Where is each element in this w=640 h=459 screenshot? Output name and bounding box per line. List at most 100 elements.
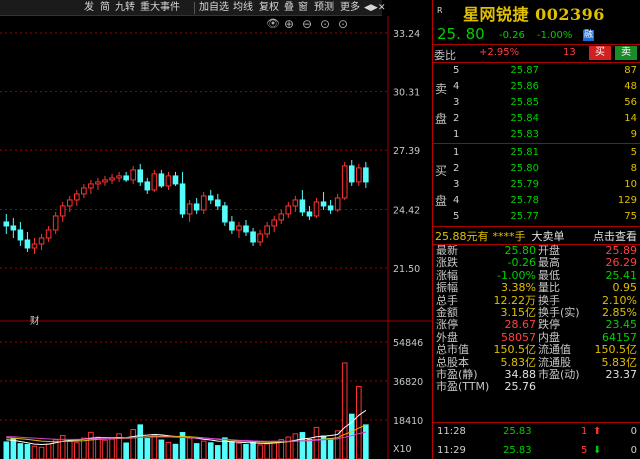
- ask-level: 4: [453, 81, 460, 92]
- up-arrow-icon: ⬆: [593, 426, 602, 437]
- volume-bar: [172, 443, 179, 459]
- volume-bar: [292, 433, 299, 459]
- stat-label: 最高: [538, 256, 560, 270]
- volume-bar: [88, 431, 94, 459]
- candle-body: [165, 175, 172, 187]
- volume-bar: [193, 443, 200, 459]
- ask-price: 25.85: [510, 97, 539, 108]
- stat-value: 23.37: [605, 368, 638, 381]
- toolbar-forecast-button[interactable]: 预测: [314, 1, 334, 15]
- stat-value: 26.29: [605, 256, 638, 270]
- stat-label: 量比: [538, 281, 560, 295]
- ask-row[interactable]: 3 25.85 56: [433, 95, 640, 110]
- toolbar-close-icon[interactable]: ✕: [378, 1, 386, 15]
- ask-price: 25.83: [510, 129, 539, 140]
- big-order-alert[interactable]: 25.88元有 ****手 大卖单 点击查看: [435, 229, 639, 244]
- toolbar-ma-button[interactable]: 均线: [233, 1, 253, 15]
- volume-axis-label: 18410: [393, 416, 423, 427]
- buy-button[interactable]: 买: [589, 46, 611, 60]
- candle-body: [193, 203, 200, 211]
- ask-row[interactable]: 2 25.84 14: [433, 111, 640, 126]
- stock-title: 星网锐捷 002396: [463, 5, 605, 24]
- tick-price: 25.83: [503, 426, 532, 437]
- bid-row[interactable]: 1 25.81 5: [433, 145, 640, 160]
- volume-bar: [215, 445, 221, 459]
- weibi-diff: 13: [563, 47, 576, 58]
- volume-bar: [130, 429, 136, 459]
- ask-row[interactable]: 1 25.83 9: [433, 127, 640, 142]
- candle-body: [38, 237, 45, 245]
- volume-bar: [31, 445, 38, 459]
- volume-bar: [66, 441, 73, 459]
- toolbar-overlay-button[interactable]: 叠: [284, 1, 294, 15]
- down-arrow-icon: ⬇: [593, 445, 602, 456]
- stat-left-row: 市盈(TTM) 25.76: [436, 380, 536, 393]
- tick-count: 0: [630, 445, 637, 456]
- volume-bar: [229, 441, 235, 459]
- volume-bar: [264, 443, 270, 459]
- candle-body: [137, 169, 144, 183]
- price-axis-label: 21.50: [393, 264, 420, 275]
- bid-level: 5: [453, 211, 460, 222]
- toolbar-window-button[interactable]: 窗: [298, 1, 308, 15]
- volume-bar: [10, 438, 17, 459]
- sell-button[interactable]: 卖: [615, 46, 637, 60]
- toolbar-expand-button[interactable]: ◀▶: [364, 1, 378, 15]
- candle-body: [74, 193, 80, 201]
- tape-hands: ****手: [492, 230, 526, 243]
- candle-body: [222, 205, 228, 223]
- volume-bar: [200, 440, 207, 459]
- bid-row[interactable]: 2 25.80 8: [433, 161, 640, 176]
- candle-body: [158, 173, 165, 187]
- ask-price: 25.87: [510, 65, 539, 76]
- bid-row[interactable]: 5 25.77 75: [433, 209, 640, 224]
- tick-row: 11:28 25.83 1 0 ⬆: [433, 424, 640, 440]
- finance-marker: 财: [30, 315, 40, 327]
- axis-labels: 33.24 30.31 27.39 24.42 21.50 54846 36820 18410…: [30, 29, 423, 455]
- candle-body: [102, 179, 108, 183]
- bid-row[interactable]: 3 25.79 10: [433, 177, 640, 192]
- stat-right-row: 量比 0.95: [538, 281, 637, 295]
- candle-body: [52, 215, 59, 231]
- stat-label: 市盈(动): [538, 368, 580, 381]
- volume-series: [3, 362, 369, 459]
- volume-bar: [327, 438, 334, 459]
- toolbar-separator: [194, 2, 195, 14]
- toolbar-jiuzhuan-button[interactable]: 九转: [115, 1, 135, 15]
- price-axis-label: 24.42: [393, 206, 420, 217]
- volume-bar: [299, 432, 306, 459]
- ask-volume: 56: [624, 97, 637, 108]
- candle-body: [341, 165, 348, 199]
- volume-bar: [102, 439, 108, 459]
- toolbar-add-watchlist-button[interactable]: 加自选: [199, 1, 229, 15]
- toolbar-major-events-button[interactable]: 重大事件: [140, 1, 180, 15]
- tick-row: 11:29 25.83 5 0 ⬇: [433, 443, 640, 459]
- toolbar-fa-button[interactable]: 发: [84, 1, 94, 15]
- volume-bar: [341, 362, 348, 459]
- bid-row[interactable]: 4 25.78 129: [433, 193, 640, 208]
- stat-label: 跌停: [538, 318, 560, 332]
- toolbar-adjust-button[interactable]: 复权: [259, 1, 279, 15]
- stat-left-row: 涨停 28.67: [436, 318, 536, 331]
- ask-volume: 48: [624, 81, 637, 92]
- bid-volume: 10: [624, 179, 637, 190]
- bid-level: 3: [453, 179, 460, 190]
- candle-body: [313, 201, 320, 217]
- stat-right-row: 流通值 150.5亿: [538, 343, 637, 356]
- ask-row[interactable]: 5 25.87 87: [433, 63, 640, 78]
- toolbar-more-button[interactable]: 更多: [340, 1, 360, 15]
- view-link[interactable]: 点击查看: [593, 229, 637, 244]
- price-change: -0.26: [499, 30, 525, 41]
- kline-chart[interactable]: 33.24 30.31 27.39 24.42 21.50 54846 36820 18410…: [0, 16, 432, 459]
- last-price: 25. 80: [437, 25, 485, 43]
- ask-row[interactable]: 4 25.86 48: [433, 79, 640, 94]
- stat-value: 3.38%: [501, 281, 536, 295]
- candle-body: [3, 221, 10, 227]
- toolbar-jian-button[interactable]: 简: [100, 1, 110, 15]
- volume-bar: [123, 442, 129, 459]
- tick-volume: 5: [581, 445, 588, 456]
- ask-level: 5: [453, 65, 460, 76]
- volume-bar: [45, 443, 52, 459]
- r-tag: R: [437, 6, 443, 15]
- ask-price: 25.86: [510, 81, 539, 92]
